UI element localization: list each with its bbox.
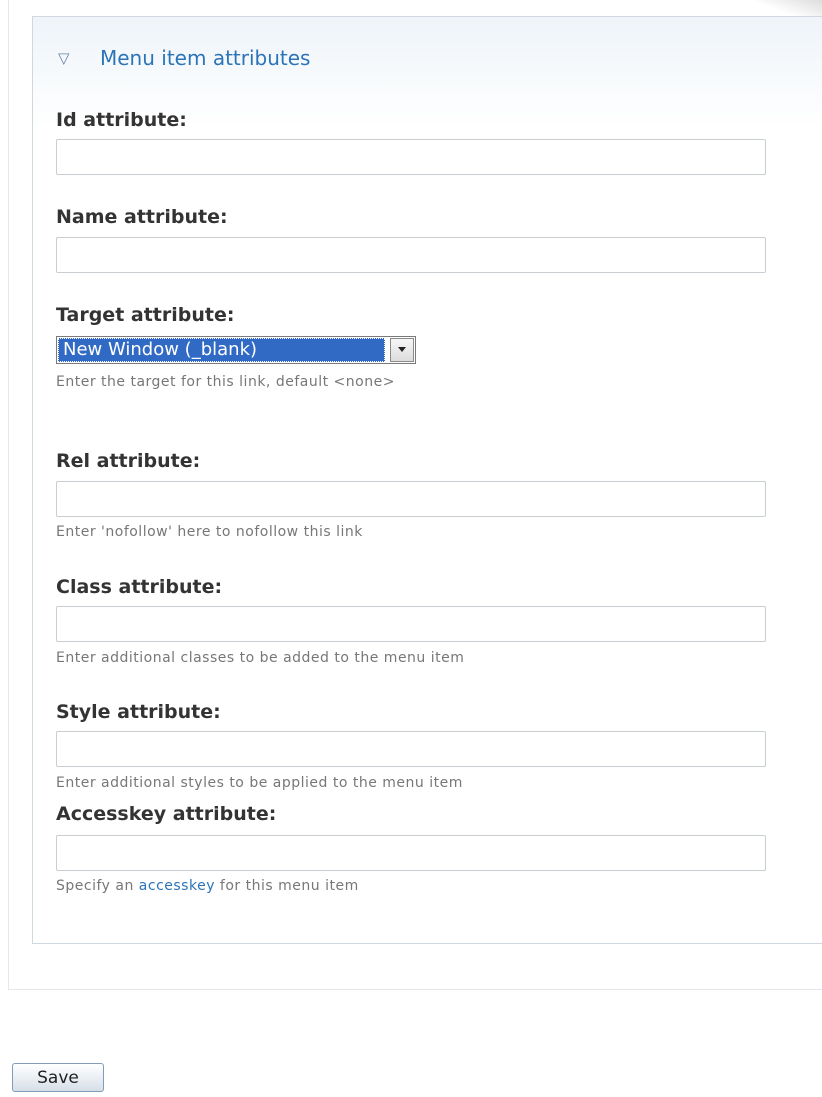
accesskey-attribute-label: Accesskey attribute: xyxy=(56,803,277,825)
style-attribute-description: Enter additional styles to be applied to… xyxy=(56,775,463,791)
rel-attribute-label: Rel attribute: xyxy=(56,450,201,472)
save-button[interactable]: Save xyxy=(12,1063,104,1092)
accesskey-help-link[interactable]: accesskey xyxy=(139,878,215,894)
id-attribute-label: Id attribute: xyxy=(56,109,187,131)
accesskey-attribute-description: Specify an accesskey for this menu item xyxy=(56,878,359,894)
dropdown-arrow-button[interactable] xyxy=(390,338,414,362)
target-attribute-description: Enter the target for this link, default … xyxy=(56,374,395,390)
style-attribute-label: Style attribute: xyxy=(56,701,221,723)
accesskey-description-suffix: for this menu item xyxy=(214,878,359,894)
name-attribute-label: Name attribute: xyxy=(56,206,228,228)
fieldset-legend[interactable]: Menu item attributes xyxy=(100,46,310,70)
rel-attribute-input[interactable] xyxy=(56,481,766,517)
chevron-down-icon xyxy=(398,347,406,352)
fieldset-legend-toggle[interactable]: ▽ Menu item attributes xyxy=(50,40,310,76)
style-attribute-input[interactable] xyxy=(56,731,766,767)
name-attribute-input[interactable] xyxy=(56,237,766,273)
accesskey-description-prefix: Specify an xyxy=(56,878,139,894)
target-attribute-select[interactable]: New Window (_blank) xyxy=(56,336,416,364)
accesskey-attribute-input[interactable] xyxy=(56,835,766,871)
class-attribute-input[interactable] xyxy=(56,606,766,642)
target-attribute-label: Target attribute: xyxy=(56,304,235,326)
rel-attribute-description: Enter 'nofollow' here to nofollow this l… xyxy=(56,524,363,540)
page: ▽ Menu item attributes Id attribute: Nam… xyxy=(0,0,822,1097)
triangle-down-icon: ▽ xyxy=(58,49,70,67)
class-attribute-description: Enter additional classes to be added to … xyxy=(56,650,465,666)
class-attribute-label: Class attribute: xyxy=(56,576,223,598)
target-selected-value: New Window (_blank) xyxy=(58,338,385,362)
id-attribute-input[interactable] xyxy=(56,139,766,175)
